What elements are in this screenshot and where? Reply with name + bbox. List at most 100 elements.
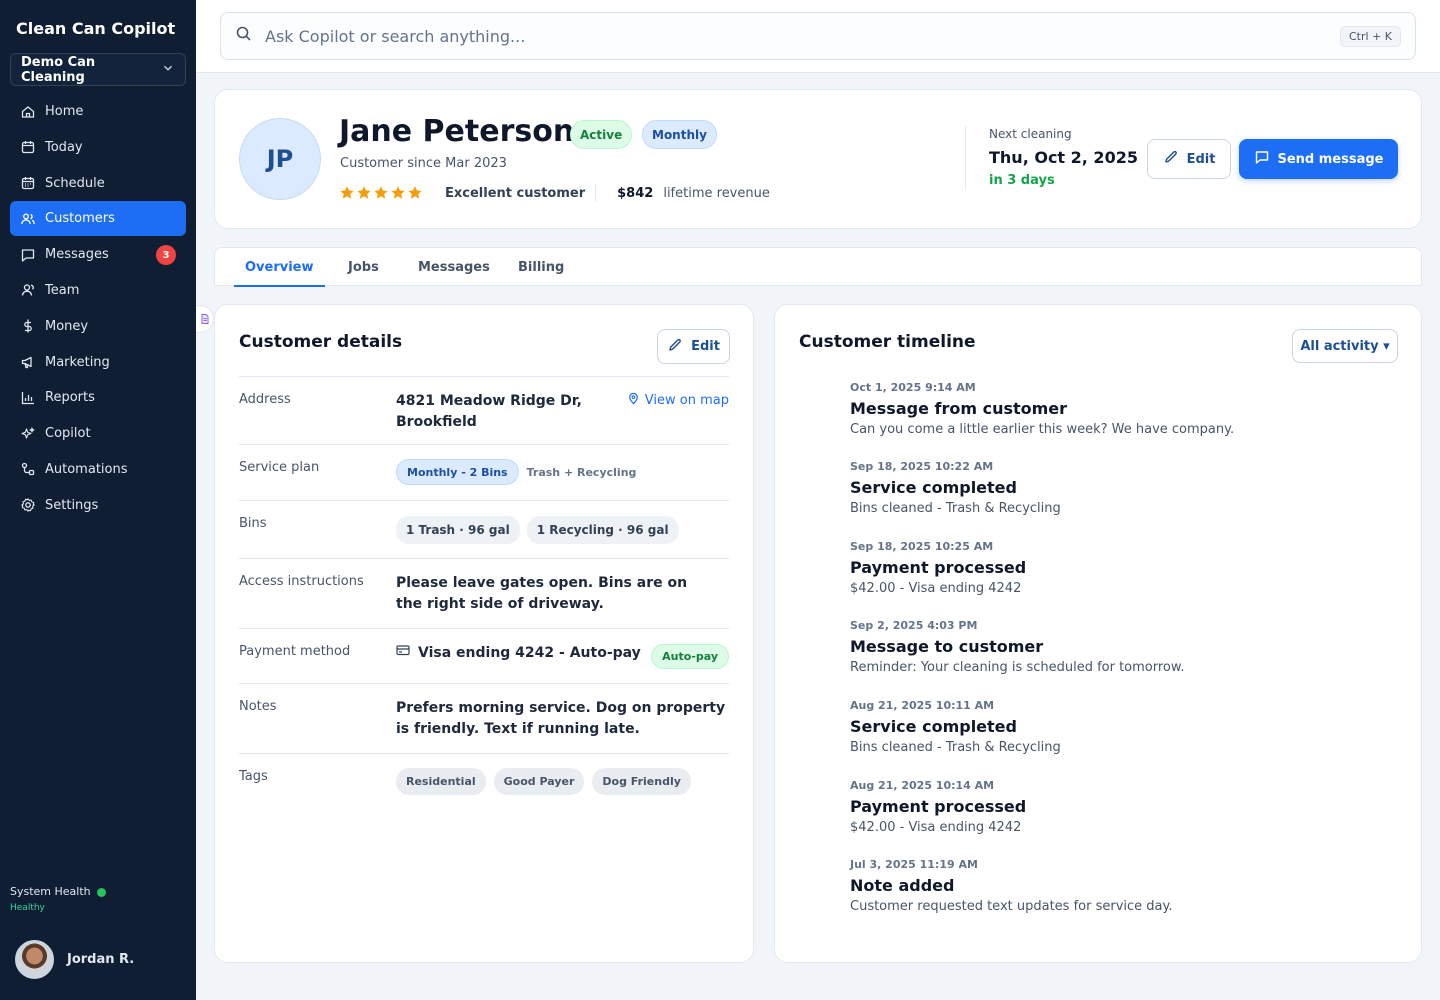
detail-row-service-plan: Service plan Monthly - 2 Bins Trash + Re…: [239, 444, 729, 501]
sidebar-item-customers[interactable]: Customers: [10, 201, 186, 237]
customer-details-title: Customer details: [239, 332, 403, 352]
edit-label: Edit: [691, 339, 720, 354]
dollar-icon: [20, 318, 36, 334]
send-message-label: Send message: [1277, 151, 1384, 167]
detail-row-access: Access instructions Please leave gates o…: [239, 558, 729, 629]
system-health-status: Healthy: [10, 903, 45, 913]
rating-label: Excellent customer: [445, 185, 586, 201]
star-icon: [408, 186, 422, 199]
star-icon: [340, 186, 354, 199]
search-bar[interactable]: Ctrl + K: [220, 12, 1416, 60]
detail-row-address: Address 4821 Meadow Ridge Dr, Brookfield…: [239, 376, 729, 445]
timeline-event-date: Aug 21, 2025 10:14 AM: [850, 779, 995, 792]
address-value: 4821 Meadow Ridge Dr, Brookfield: [396, 393, 582, 430]
timeline-event-date: Aug 21, 2025 10:11 AM: [850, 699, 995, 712]
payment-method-label: Payment method: [239, 644, 351, 659]
service-plan-value: Monthly - 2 Bins Trash + Recycling: [396, 459, 636, 485]
health-status-dot: [96, 887, 106, 897]
system-health: System Health: [10, 885, 106, 898]
timeline-event-title: Service completed: [850, 717, 1017, 736]
edit-label: Edit: [1186, 151, 1216, 167]
tag-chip[interactable]: Dog Friendly: [592, 768, 691, 795]
tab-jobs[interactable]: Jobs: [348, 248, 379, 286]
tab-messages[interactable]: Messages: [418, 248, 490, 286]
send-message-button[interactable]: Send message: [1239, 139, 1398, 179]
user-name: Jordan R.: [67, 952, 135, 967]
workspace-selector[interactable]: Demo Can Cleaning: [10, 53, 186, 86]
timeline-event-date: Sep 18, 2025 10:22 AM: [850, 460, 994, 473]
home-icon: [20, 104, 36, 120]
divider: [965, 126, 966, 190]
customer-details-card: Customer details Edit Address 4821 Meado…: [214, 304, 754, 963]
timeline-event-description: $42.00 - Visa ending 4242: [850, 581, 1022, 596]
autopay-badge: Auto-pay: [651, 644, 729, 669]
timeline-event: Oct 1, 2025 9:14 AM Message from custome…: [850, 381, 1390, 437]
calendar-icon: [20, 139, 36, 155]
service-plan-chip: Monthly - 2 Bins: [396, 459, 519, 485]
sidebar-item-automations[interactable]: Automations: [10, 452, 186, 487]
customer-header: JP Jane Peterson Active Monthly Customer…: [214, 89, 1422, 229]
bin-chip-recycling: 1 Recycling · 96 gal: [526, 516, 679, 544]
sidebar-item-label: Money: [45, 318, 89, 334]
timeline-event-description: Customer requested text updates for serv…: [850, 899, 1173, 914]
sidebar-item-label: Marketing: [45, 354, 110, 370]
lifetime-revenue: $842: [617, 185, 654, 201]
search-input[interactable]: [265, 26, 1340, 46]
customer-timeline-card: Customer timeline All activity ▾ Oct 1, …: [774, 304, 1422, 963]
sidebar-item-label: Copilot: [45, 426, 91, 442]
sidebar-item-reports[interactable]: Reports: [10, 380, 186, 415]
sidebar-item-today[interactable]: Today: [10, 130, 186, 165]
customer-tabs: Overview Jobs Messages Billing: [214, 247, 1422, 287]
user-menu[interactable]: Jordan R.: [15, 940, 134, 979]
sidebar-item-copilot[interactable]: Copilot: [10, 416, 186, 451]
sidebar-item-marketing[interactable]: Marketing: [10, 345, 186, 380]
sidebar-nav: Home Today Schedule Customers Messages 3…: [10, 94, 186, 524]
calendar-grid-icon: [20, 175, 36, 191]
timeline-event: Aug 21, 2025 10:11 AM Service completed …: [850, 699, 1390, 755]
service-plan-note: Trash + Recycling: [526, 465, 637, 479]
bins-label: Bins: [239, 516, 267, 531]
messages-count-badge: 3: [156, 245, 176, 266]
timeline-event-description: Bins cleaned - Trash & Recycling: [850, 740, 1061, 755]
sidebar-item-messages[interactable]: Messages 3: [10, 237, 186, 272]
view-on-map-link[interactable]: View on map: [627, 392, 729, 409]
timeline-event-date: Jul 3, 2025 11:19 AM: [850, 858, 978, 871]
edit-details-button[interactable]: Edit: [657, 329, 730, 364]
service-plan-label: Service plan: [239, 460, 320, 475]
notes-label: Notes: [239, 699, 277, 714]
brand-title: Clean Can Copilot: [16, 19, 176, 38]
activity-filter-dropdown[interactable]: All activity ▾: [1292, 329, 1398, 363]
sidebar-item-home[interactable]: Home: [10, 94, 186, 129]
avatar: [15, 940, 54, 979]
users-icon: [20, 211, 36, 227]
timeline-event: Sep 18, 2025 10:22 AM Service completed …: [850, 460, 1390, 516]
customer-name: Jane Peterson: [339, 114, 575, 149]
sidebar-item-schedule[interactable]: Schedule: [10, 166, 186, 201]
bin-chip-trash: 1 Trash · 96 gal: [396, 516, 520, 544]
status-badge: Active: [570, 120, 633, 149]
tags-value: Residential Good Payer Dog Friendly: [396, 768, 691, 795]
timeline-event: Sep 18, 2025 10:25 AM Payment processed …: [850, 540, 1390, 596]
workspace-label: Demo Can Cleaning: [21, 54, 96, 85]
star-rating: [339, 185, 423, 201]
detail-row-bins: Bins 1 Trash · 96 gal 1 Recycling · 96 g…: [239, 500, 729, 558]
customer-avatar: JP: [239, 118, 321, 200]
sidebar-item-label: Settings: [45, 497, 99, 513]
timeline-event: Jul 3, 2025 11:19 AM Note added Customer…: [850, 858, 1390, 914]
automation-icon: [20, 461, 36, 477]
sidebar-item-label: Customers: [45, 211, 115, 227]
sidebar-item-settings[interactable]: Settings: [10, 488, 186, 523]
tag-chip[interactable]: Residential: [396, 768, 486, 795]
credit-card-icon: [396, 643, 410, 664]
sidebar-item-money[interactable]: Money: [10, 309, 186, 344]
edit-customer-button[interactable]: Edit: [1147, 139, 1231, 179]
divider: [595, 184, 597, 202]
bar-chart-icon: [20, 390, 36, 406]
star-icon: [374, 186, 388, 199]
tag-chip[interactable]: Good Payer: [493, 768, 585, 795]
tab-overview[interactable]: Overview: [234, 248, 324, 287]
notes-drawer-toggle[interactable]: [196, 305, 214, 333]
sidebar-item-team[interactable]: Team: [10, 273, 186, 308]
tab-billing[interactable]: Billing: [518, 248, 564, 286]
payment-method-value: Visa ending 4242 - Auto-pay: [396, 643, 641, 664]
